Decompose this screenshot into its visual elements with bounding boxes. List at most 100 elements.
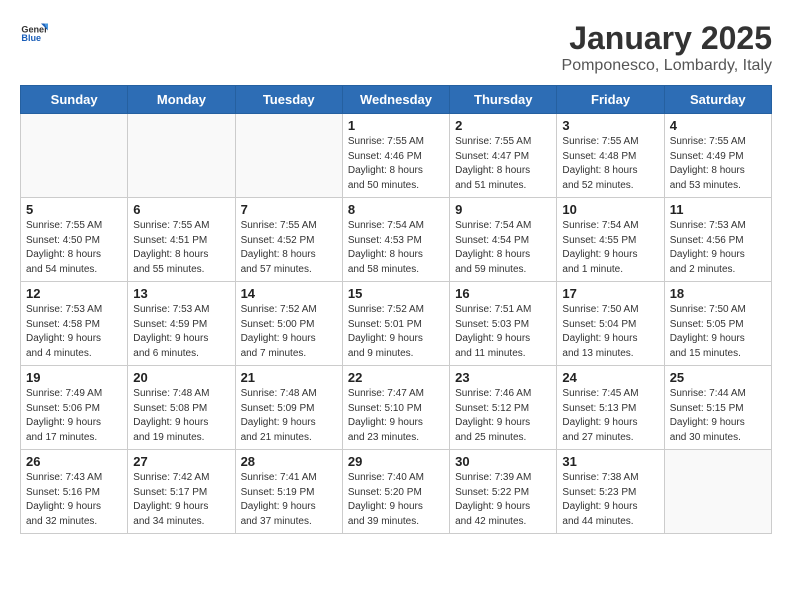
day-number: 7 xyxy=(241,202,337,217)
calendar-cell: 6 Sunrise: 7:55 AM Sunset: 4:51 PM Daylig… xyxy=(128,198,235,282)
calendar-subtitle: Pomponesco, Lombardy, Italy xyxy=(562,57,772,75)
day-info: Sunrise: 7:44 AM Sunset: 5:15 PM Dayligh… xyxy=(670,387,766,445)
calendar-cell: 2 Sunrise: 7:55 AM Sunset: 4:47 PM Daylig… xyxy=(450,114,557,198)
day-info: Sunrise: 7:50 AM Sunset: 5:05 PM Dayligh… xyxy=(670,303,766,361)
weekday-header: Friday xyxy=(557,86,664,114)
day-info: Sunrise: 7:47 AM Sunset: 5:10 PM Dayligh… xyxy=(348,387,444,445)
calendar-week-row: 12 Sunrise: 7:53 AM Sunset: 4:58 PM Dayli… xyxy=(21,282,772,366)
day-number: 19 xyxy=(26,370,122,385)
day-info: Sunrise: 7:51 AM Sunset: 5:03 PM Dayligh… xyxy=(455,303,551,361)
day-info: Sunrise: 7:55 AM Sunset: 4:46 PM Dayligh… xyxy=(348,135,444,193)
day-number: 28 xyxy=(241,454,337,469)
day-number: 6 xyxy=(133,202,229,217)
day-number: 31 xyxy=(562,454,658,469)
title-section: January 2025 Pomponesco, Lombardy, Italy xyxy=(562,20,772,75)
calendar-cell: 27Sunrise: 7:42 AM Sunset: 5:17 PM Dayli… xyxy=(128,450,235,534)
day-info: Sunrise: 7:45 AM Sunset: 5:13 PM Dayligh… xyxy=(562,387,658,445)
day-info: Sunrise: 7:52 AM Sunset: 5:01 PM Dayligh… xyxy=(348,303,444,361)
weekday-header: Sunday xyxy=(21,86,128,114)
day-info: Sunrise: 7:48 AM Sunset: 5:09 PM Dayligh… xyxy=(241,387,337,445)
calendar-cell xyxy=(128,114,235,198)
day-info: Sunrise: 7:40 AM Sunset: 5:20 PM Dayligh… xyxy=(348,471,444,529)
calendar-cell: 30 Sunrise: 7:39 AM Sunset: 5:22 PM Dayli… xyxy=(450,450,557,534)
calendar-cell: 5 Sunrise: 7:55 AM Sunset: 4:50 PM Daylig… xyxy=(21,198,128,282)
day-number: 30 xyxy=(455,454,551,469)
weekday-header: Thursday xyxy=(450,86,557,114)
day-number: 21 xyxy=(241,370,337,385)
day-info: Sunrise: 7:55 AM Sunset: 4:51 PM Dayligh… xyxy=(133,219,229,277)
calendar-cell: 1 Sunrise: 7:55 AM Sunset: 4:46 PM Daylig… xyxy=(342,114,449,198)
day-number: 4 xyxy=(670,118,766,133)
day-number: 26 xyxy=(26,454,122,469)
day-info: Sunrise: 7:53 AM Sunset: 4:58 PM Dayligh… xyxy=(26,303,122,361)
day-number: 25 xyxy=(670,370,766,385)
calendar-cell: 7 Sunrise: 7:55 AM Sunset: 4:52 PM Daylig… xyxy=(235,198,342,282)
weekday-header: Saturday xyxy=(664,86,771,114)
day-info: Sunrise: 7:55 AM Sunset: 4:49 PM Dayligh… xyxy=(670,135,766,193)
calendar-cell: 22 Sunrise: 7:47 AM Sunset: 5:10 PM Dayli… xyxy=(342,366,449,450)
day-number: 17 xyxy=(562,286,658,301)
header: General Blue January 2025 Pomponesco, Lo… xyxy=(20,20,772,75)
day-info: Sunrise: 7:54 AM Sunset: 4:55 PM Dayligh… xyxy=(562,219,658,277)
day-number: 1 xyxy=(348,118,444,133)
calendar-cell: 31Sunrise: 7:38 AM Sunset: 5:23 PM Dayli… xyxy=(557,450,664,534)
calendar-cell: 18Sunrise: 7:50 AM Sunset: 5:05 PM Dayli… xyxy=(664,282,771,366)
weekday-header-row: SundayMondayTuesdayWednesdayThursdayFrid… xyxy=(21,86,772,114)
calendar-cell: 21 Sunrise: 7:48 AM Sunset: 5:09 PM Dayli… xyxy=(235,366,342,450)
svg-text:Blue: Blue xyxy=(21,33,41,43)
day-number: 5 xyxy=(26,202,122,217)
day-info: Sunrise: 7:50 AM Sunset: 5:04 PM Dayligh… xyxy=(562,303,658,361)
day-info: Sunrise: 7:54 AM Sunset: 4:53 PM Dayligh… xyxy=(348,219,444,277)
day-info: Sunrise: 7:39 AM Sunset: 5:22 PM Dayligh… xyxy=(455,471,551,529)
day-info: Sunrise: 7:42 AM Sunset: 5:17 PM Dayligh… xyxy=(133,471,229,529)
day-number: 24 xyxy=(562,370,658,385)
calendar-cell: 16 Sunrise: 7:51 AM Sunset: 5:03 PM Dayli… xyxy=(450,282,557,366)
weekday-header: Tuesday xyxy=(235,86,342,114)
calendar-cell: 3 Sunrise: 7:55 AM Sunset: 4:48 PM Daylig… xyxy=(557,114,664,198)
day-info: Sunrise: 7:52 AM Sunset: 5:00 PM Dayligh… xyxy=(241,303,337,361)
day-number: 22 xyxy=(348,370,444,385)
calendar-cell xyxy=(21,114,128,198)
day-info: Sunrise: 7:55 AM Sunset: 4:48 PM Dayligh… xyxy=(562,135,658,193)
day-number: 3 xyxy=(562,118,658,133)
calendar-title: January 2025 xyxy=(562,20,772,57)
calendar-cell: 11Sunrise: 7:53 AM Sunset: 4:56 PM Dayli… xyxy=(664,198,771,282)
calendar-cell: 29 Sunrise: 7:40 AM Sunset: 5:20 PM Dayli… xyxy=(342,450,449,534)
day-info: Sunrise: 7:49 AM Sunset: 5:06 PM Dayligh… xyxy=(26,387,122,445)
day-info: Sunrise: 7:53 AM Sunset: 4:56 PM Dayligh… xyxy=(670,219,766,277)
day-number: 20 xyxy=(133,370,229,385)
day-number: 8 xyxy=(348,202,444,217)
day-number: 10 xyxy=(562,202,658,217)
calendar-cell xyxy=(235,114,342,198)
day-info: Sunrise: 7:46 AM Sunset: 5:12 PM Dayligh… xyxy=(455,387,551,445)
calendar-cell: 10 Sunrise: 7:54 AM Sunset: 4:55 PM Dayli… xyxy=(557,198,664,282)
day-number: 12 xyxy=(26,286,122,301)
calendar-cell: 25 Sunrise: 7:44 AM Sunset: 5:15 PM Dayli… xyxy=(664,366,771,450)
day-info: Sunrise: 7:43 AM Sunset: 5:16 PM Dayligh… xyxy=(26,471,122,529)
calendar-cell: 17 Sunrise: 7:50 AM Sunset: 5:04 PM Dayli… xyxy=(557,282,664,366)
calendar-cell: 15 Sunrise: 7:52 AM Sunset: 5:01 PM Dayli… xyxy=(342,282,449,366)
day-number: 2 xyxy=(455,118,551,133)
day-info: Sunrise: 7:55 AM Sunset: 4:50 PM Dayligh… xyxy=(26,219,122,277)
calendar-cell: 8 Sunrise: 7:54 AM Sunset: 4:53 PM Daylig… xyxy=(342,198,449,282)
calendar-cell: 24 Sunrise: 7:45 AM Sunset: 5:13 PM Dayli… xyxy=(557,366,664,450)
calendar-cell xyxy=(664,450,771,534)
day-info: Sunrise: 7:55 AM Sunset: 4:47 PM Dayligh… xyxy=(455,135,551,193)
day-info: Sunrise: 7:54 AM Sunset: 4:54 PM Dayligh… xyxy=(455,219,551,277)
day-number: 15 xyxy=(348,286,444,301)
day-number: 16 xyxy=(455,286,551,301)
weekday-header: Wednesday xyxy=(342,86,449,114)
calendar-cell: 9 Sunrise: 7:54 AM Sunset: 4:54 PM Daylig… xyxy=(450,198,557,282)
calendar-cell: 23 Sunrise: 7:46 AM Sunset: 5:12 PM Dayli… xyxy=(450,366,557,450)
day-number: 29 xyxy=(348,454,444,469)
day-number: 9 xyxy=(455,202,551,217)
calendar-cell: 14Sunrise: 7:52 AM Sunset: 5:00 PM Dayli… xyxy=(235,282,342,366)
day-info: Sunrise: 7:55 AM Sunset: 4:52 PM Dayligh… xyxy=(241,219,337,277)
calendar-cell: 13Sunrise: 7:53 AM Sunset: 4:59 PM Dayli… xyxy=(128,282,235,366)
calendar-table: SundayMondayTuesdayWednesdayThursdayFrid… xyxy=(20,85,772,534)
calendar-cell: 26 Sunrise: 7:43 AM Sunset: 5:16 PM Dayli… xyxy=(21,450,128,534)
calendar-cell: 20Sunrise: 7:48 AM Sunset: 5:08 PM Dayli… xyxy=(128,366,235,450)
day-number: 23 xyxy=(455,370,551,385)
calendar-week-row: 26 Sunrise: 7:43 AM Sunset: 5:16 PM Dayli… xyxy=(21,450,772,534)
day-info: Sunrise: 7:41 AM Sunset: 5:19 PM Dayligh… xyxy=(241,471,337,529)
